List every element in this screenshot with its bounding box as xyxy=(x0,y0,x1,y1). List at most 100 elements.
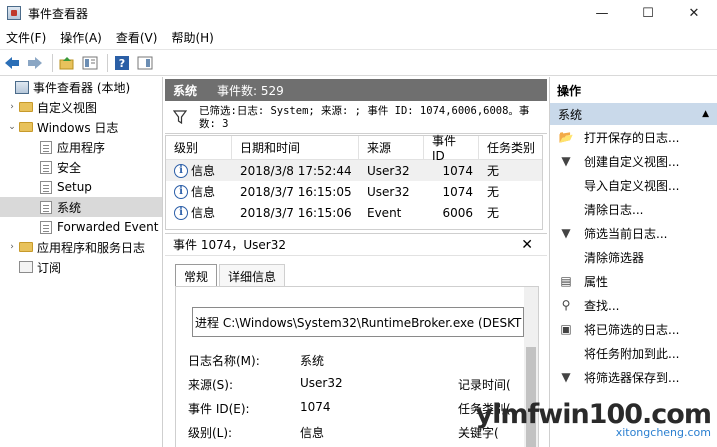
actions-section-system[interactable]: 系统 ▲ xyxy=(550,103,717,125)
action-item[interactable]: 导入自定义视图... xyxy=(550,173,717,197)
filter-icon: ▼ xyxy=(561,370,571,384)
tree-item-application[interactable]: 应用程序 xyxy=(0,137,162,157)
chevron-down-icon[interactable]: ⌄ xyxy=(6,122,18,132)
menu-file[interactable]: 文件(F) xyxy=(0,29,53,46)
tree-item-forwarded-events[interactable]: Forwarded Event xyxy=(0,217,162,237)
action-item[interactable]: 清除筛选器 xyxy=(550,245,717,269)
tree-item-custom-views[interactable]: › 自定义视图 xyxy=(0,97,162,117)
detail-header: 事件 1074，User32 ✕ xyxy=(165,234,547,256)
menu-view[interactable]: 查看(V) xyxy=(109,29,165,46)
menu-action[interactable]: 操作(A) xyxy=(53,29,109,46)
tree-item-subscriptions[interactable]: 订阅 xyxy=(0,257,162,277)
action-item[interactable]: 📂 打开保存的日志... xyxy=(550,125,717,149)
table-header: 级别 日期和时间 来源 事件 ID 任务类别 xyxy=(166,134,542,163)
maximize-button[interactable]: ☐ xyxy=(625,0,671,26)
detail-title: 事件 1074，User32 xyxy=(173,238,286,252)
chevron-right-icon[interactable]: › xyxy=(6,242,18,252)
column-header-level[interactable]: 级别 xyxy=(166,136,232,159)
column-header-event-id[interactable]: 事件 ID xyxy=(424,134,479,163)
event-viewer-app-icon xyxy=(7,6,21,20)
back-icon[interactable] xyxy=(2,53,22,73)
log-name: 系统 xyxy=(173,83,198,98)
folder-icon xyxy=(18,102,33,112)
save-icon: ▣ xyxy=(560,322,572,336)
folder-icon xyxy=(18,242,33,252)
tree-item-system[interactable]: 系统 xyxy=(0,197,162,217)
field-value-source: User32 xyxy=(300,376,343,390)
tree-item-label: 事件查看器 (本地) xyxy=(33,80,131,95)
chevron-right-icon[interactable]: › xyxy=(6,102,18,112)
actions-title: 操作 xyxy=(557,83,582,98)
subscription-icon xyxy=(18,261,33,273)
info-icon: i xyxy=(174,205,188,220)
event-description[interactable]: 进程 C:\Windows\System32\RuntimeBroker.exe… xyxy=(192,307,524,337)
action-item[interactable]: ▼ 筛选当前日志... xyxy=(550,221,717,245)
field-value-level: 信息 xyxy=(300,426,325,440)
filter-icon: ▼ xyxy=(561,154,571,168)
cell-datetime: 2018/3/7 16:15:05 xyxy=(240,184,352,199)
tab-general[interactable]: 常规 xyxy=(175,264,218,286)
toolbar-separator xyxy=(52,53,53,72)
info-icon: i xyxy=(174,184,188,199)
tree-item-windows-logs[interactable]: ⌄ Windows 日志 xyxy=(0,117,162,137)
tree-item-setup[interactable]: Setup xyxy=(0,177,162,197)
window-title: 事件查看器 xyxy=(28,6,89,21)
panel-icon[interactable] xyxy=(135,53,155,73)
table-row[interactable]: i 信息 2018/3/8 17:52:44 User32 1074 无 xyxy=(166,160,542,181)
action-label: 清除日志... xyxy=(584,202,644,217)
column-header-source[interactable]: 来源 xyxy=(359,136,424,159)
tree-item-event-viewer-local[interactable]: 事件查看器 (本地) xyxy=(0,77,162,97)
log-icon xyxy=(39,180,52,194)
action-item[interactable]: ▼ 创建自定义视图... xyxy=(550,149,717,173)
help-icon[interactable]: ? xyxy=(112,53,132,73)
log-icon xyxy=(39,200,52,214)
field-value-log-name: 系统 xyxy=(300,354,325,368)
forward-icon[interactable] xyxy=(25,53,45,73)
action-label: 属性 xyxy=(584,274,609,289)
action-label: 清除筛选器 xyxy=(584,250,645,265)
tree-item-app-service-logs[interactable]: › 应用程序和服务日志 xyxy=(0,237,162,257)
collapse-icon[interactable]: ▲ xyxy=(702,109,709,119)
menu-help[interactable]: 帮助(H) xyxy=(164,29,220,46)
tree-item-label: Forwarded Event xyxy=(57,220,159,234)
action-item[interactable]: ▼ 将筛选器保存到... xyxy=(550,365,717,389)
minimize-button[interactable]: — xyxy=(579,0,625,26)
tab-details[interactable]: 详细信息 xyxy=(219,264,286,286)
table-row[interactable]: i 信息 2018/3/7 16:15:05 User32 1074 无 xyxy=(166,181,542,202)
navigation-tree: 事件查看器 (本地) › 自定义视图 ⌄ Windows 日志 应用程序 安全 … xyxy=(0,77,163,447)
action-label: 打开保存的日志... xyxy=(584,130,680,145)
action-label: 查找... xyxy=(584,298,620,313)
cell-level: 信息 xyxy=(191,164,216,178)
folder-icon xyxy=(18,122,33,132)
close-icon[interactable]: ✕ xyxy=(521,237,533,253)
info-icon: i xyxy=(174,163,188,178)
action-item[interactable]: ▤ 属性 xyxy=(550,269,717,293)
action-item[interactable]: 清除日志... xyxy=(550,197,717,221)
tree-item-label: 应用程序 xyxy=(57,140,106,155)
action-label: 将筛选器保存到... xyxy=(584,370,680,385)
cell-source: Event xyxy=(367,205,402,220)
cell-task-category: 无 xyxy=(487,185,500,199)
action-label: 创建自定义视图... xyxy=(584,154,680,169)
action-label: 将任务附加到此... xyxy=(584,346,680,361)
cell-datetime: 2018/3/8 17:52:44 xyxy=(240,163,352,178)
field-value-event-id: 1074 xyxy=(300,400,331,414)
up-folder-icon[interactable] xyxy=(57,53,77,73)
tree-item-label: 安全 xyxy=(57,160,82,175)
action-item[interactable]: ▣ 将已筛选的日志... xyxy=(550,317,717,341)
action-item[interactable]: 将任务附加到此... xyxy=(550,341,717,365)
table-row[interactable]: i 信息 2018/3/7 16:15:06 Event 6006 无 xyxy=(166,202,542,223)
toolbar-separator xyxy=(107,53,108,72)
events-table: 级别 日期和时间 来源 事件 ID 任务类别 i 信息 2018/3/8 17:5… xyxy=(165,134,543,230)
action-item[interactable]: ⚲ 查找... xyxy=(550,293,717,317)
title-bar: 事件查看器 — ☐ ✕ xyxy=(0,0,717,26)
cell-event-id: 1074 xyxy=(442,163,473,178)
tree-item-label: Windows 日志 xyxy=(37,120,119,135)
column-header-datetime[interactable]: 日期和时间 xyxy=(232,136,359,159)
tree-item-security[interactable]: 安全 xyxy=(0,157,162,177)
filter-info-bar: 已筛选:日志: System; 来源: ; 事件 ID: 1074,6006,6… xyxy=(165,102,547,134)
section-label: 系统 xyxy=(558,107,583,122)
close-button[interactable]: ✕ xyxy=(671,0,717,26)
properties-icon[interactable] xyxy=(80,53,100,73)
column-header-task-category[interactable]: 任务类别 xyxy=(479,136,542,159)
